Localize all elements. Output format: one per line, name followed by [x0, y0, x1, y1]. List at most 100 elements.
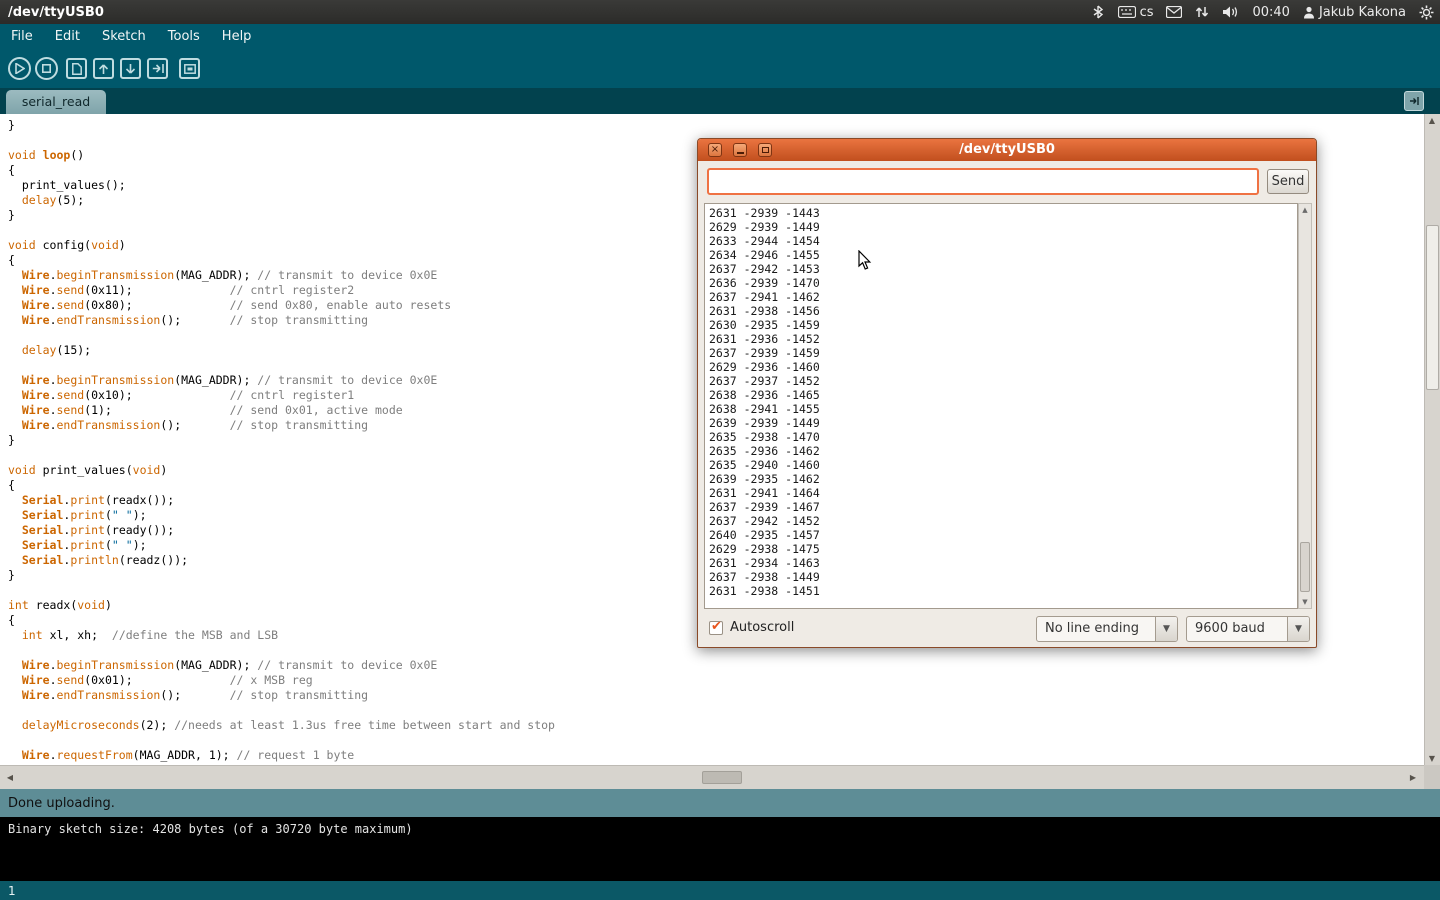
checkbox[interactable]: ✔ [709, 621, 723, 635]
scrollbar-corner [1424, 765, 1440, 789]
tab-serial-read[interactable]: serial_read [6, 90, 106, 114]
arrow-down-icon [125, 63, 136, 75]
send-button[interactable]: Send [1267, 169, 1309, 194]
maximize-button[interactable] [758, 143, 772, 157]
serial-data-line: 2638 -2936 -1465 [709, 388, 1297, 402]
serial-scrollbar[interactable]: ▲ ▼ [1298, 203, 1312, 609]
user-icon [1303, 6, 1315, 19]
current-line-number: 1 [8, 884, 16, 898]
verify-button[interactable] [8, 57, 31, 80]
code-line: Wire.send(0x01); // x MSB reg [8, 673, 1424, 688]
editor-horizontal-scrollbar[interactable]: ◀ ▶ [0, 765, 1440, 789]
serial-data-line: 2635 -2936 -1462 [709, 444, 1297, 458]
serial-scroll-down-icon[interactable]: ▼ [1299, 598, 1311, 606]
serial-monitor-icon [184, 63, 196, 75]
serial-monitor-title: /dev/ttyUSB0 [698, 139, 1316, 161]
menu-item-help[interactable]: Help [211, 24, 263, 50]
chevron-down-icon[interactable]: ▼ [1155, 617, 1177, 641]
menu-item-sketch[interactable]: Sketch [91, 24, 157, 50]
code-line: Wire.beginTransmission(MAG_ADDR); // tra… [8, 658, 1424, 673]
serial-scroll-up-icon[interactable]: ▲ [1299, 206, 1311, 214]
menu-bar: FileEditSketchToolsHelp [0, 24, 1440, 50]
line-ending-value: No line ending [1037, 617, 1155, 641]
line-ending-select[interactable]: No line ending ▼ [1036, 616, 1178, 642]
serial-data-line: 2633 -2944 -1454 [709, 234, 1297, 248]
serial-data-line: 2629 -2936 -1460 [709, 360, 1297, 374]
network-icon[interactable] [1195, 5, 1209, 19]
serial-data-line: 2640 -2935 -1457 [709, 528, 1297, 542]
scroll-down-icon[interactable]: ▼ [1425, 754, 1439, 763]
vertical-scroll-thumb[interactable] [1426, 225, 1439, 390]
clock[interactable]: 00:40 [1252, 5, 1289, 20]
stop-icon [42, 64, 51, 73]
keyboard-layout-indicator[interactable]: cs [1118, 5, 1154, 20]
console-line: Binary sketch size: 4208 bytes (of a 307… [8, 822, 1432, 836]
baud-rate-value: 9600 baud [1187, 617, 1287, 641]
panel-indicators: cs 00:40 Jakub Kakona [1091, 0, 1434, 24]
serial-data-line: 2635 -2938 -1470 [709, 430, 1297, 444]
autoscroll-checkbox[interactable]: ✔ Autoscroll [709, 620, 794, 635]
serial-data-line: 2639 -2935 -1462 [709, 472, 1297, 486]
serial-scroll-thumb[interactable] [1300, 542, 1310, 592]
status-bar: Done uploading. [0, 789, 1440, 817]
serial-output-area[interactable]: 2631 -2939 -14432629 -2939 -14492633 -29… [704, 203, 1298, 609]
baud-rate-select[interactable]: 9600 baud ▼ [1186, 616, 1310, 642]
open-sketch-button[interactable] [93, 58, 114, 79]
serial-data-line: 2629 -2938 -1475 [709, 542, 1297, 556]
arrow-up-icon [98, 63, 109, 75]
serial-data-line: 2629 -2939 -1449 [709, 220, 1297, 234]
chevron-down-icon[interactable]: ▼ [1287, 617, 1309, 641]
serial-data-line: 2637 -2937 -1452 [709, 374, 1297, 388]
serial-data-line: 2637 -2942 -1452 [709, 514, 1297, 528]
serial-data-line: 2637 -2941 -1462 [709, 290, 1297, 304]
tab-menu-icon [1409, 96, 1419, 106]
code-line [8, 703, 1424, 718]
mail-icon[interactable] [1166, 6, 1182, 18]
menu-item-edit[interactable]: Edit [44, 24, 91, 50]
scroll-right-icon[interactable]: ▶ [1406, 773, 1420, 782]
keyboard-layout-label: cs [1140, 5, 1154, 20]
scroll-left-icon[interactable]: ◀ [3, 773, 17, 782]
serial-data-line: 2637 -2938 -1449 [709, 570, 1297, 584]
maximize-icon [762, 147, 769, 153]
status-message: Done uploading. [8, 796, 115, 811]
code-line: Wire.requestFrom(MAG_ADDR, 1); // reques… [8, 748, 1424, 763]
arrow-right-icon [152, 63, 164, 74]
desktop: /dev/ttyUSB0 cs 00:40 Jakub Kakona [0, 0, 1440, 900]
autoscroll-label: Autoscroll [730, 620, 794, 635]
serial-send-input[interactable] [707, 168, 1259, 195]
serial-data-line: 2638 -2941 -1455 [709, 402, 1297, 416]
minimize-button[interactable] [733, 143, 747, 157]
menu-item-file[interactable]: File [0, 24, 44, 50]
check-icon: ✔ [711, 619, 722, 634]
code-line: } [8, 118, 1424, 133]
serial-monitor-window: /dev/ttyUSB0 × Send 2631 -2939 -14432629… [697, 138, 1317, 648]
save-sketch-button[interactable] [120, 58, 141, 79]
serial-data-line: 2639 -2939 -1449 [709, 416, 1297, 430]
bluetooth-icon[interactable] [1091, 5, 1105, 19]
serial-monitor-titlebar[interactable]: /dev/ttyUSB0 × [698, 139, 1316, 161]
serial-monitor-button[interactable] [179, 58, 200, 79]
upload-button[interactable] [147, 58, 168, 79]
serial-data-line: 2631 -2934 -1463 [709, 556, 1297, 570]
user-menu[interactable]: Jakub Kakona [1303, 5, 1406, 20]
tab-menu-button[interactable] [1404, 91, 1424, 111]
editor-vertical-scrollbar[interactable]: ▲ ▼ [1424, 114, 1440, 765]
stop-button[interactable] [35, 57, 58, 80]
serial-data-line: 2631 -2939 -1443 [709, 206, 1297, 220]
console-output: Binary sketch size: 4208 bytes (of a 307… [0, 817, 1440, 881]
new-sketch-button[interactable] [66, 58, 87, 79]
volume-icon[interactable] [1222, 5, 1239, 19]
line-number-strip: 1 [0, 881, 1440, 900]
code-line: Wire.endTransmission(); // stop transmit… [8, 688, 1424, 703]
menu-item-tools[interactable]: Tools [157, 24, 211, 50]
document-icon [72, 63, 82, 75]
ide-toolbar [0, 50, 1440, 88]
serial-data-line: 2637 -2939 -1467 [709, 500, 1297, 514]
horizontal-scroll-thumb[interactable] [702, 771, 742, 784]
play-icon [14, 63, 25, 74]
close-button[interactable]: × [708, 143, 722, 157]
scroll-up-icon[interactable]: ▲ [1425, 116, 1439, 125]
session-gear-icon[interactable] [1419, 5, 1434, 20]
window-title: /dev/ttyUSB0 [8, 5, 104, 20]
